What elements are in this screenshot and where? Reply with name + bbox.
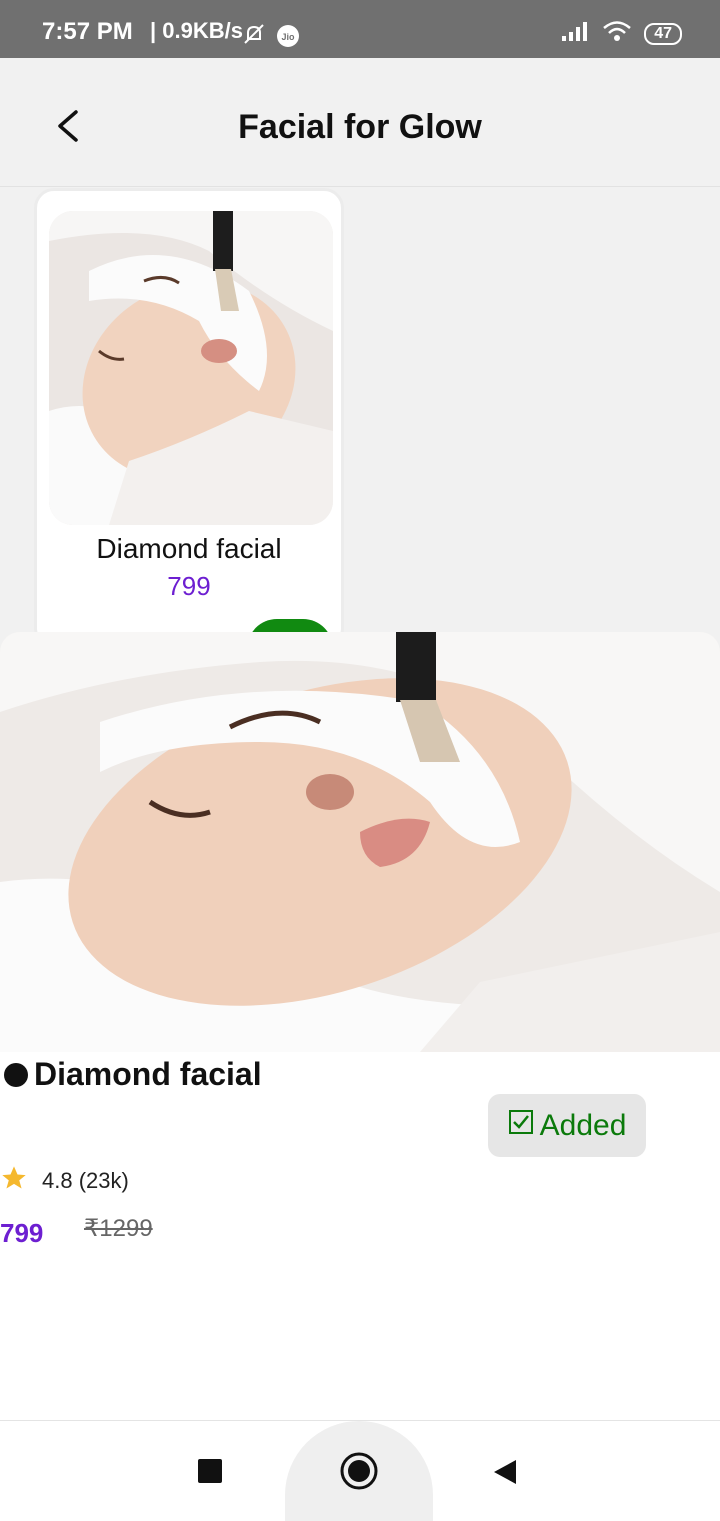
service-detail-sheet: Diamond facial Added 4.8 (23k) 799 ₹1299	[0, 632, 720, 1520]
svg-text:Jio: Jio	[281, 32, 295, 42]
bullet-icon	[4, 1062, 28, 1087]
network-speed: | 0.9KB/s	[150, 18, 243, 43]
star-icon	[0, 1164, 28, 1198]
service-name: Diamond facial	[96, 533, 282, 564]
rating: 4.8 (23k)	[0, 1164, 129, 1198]
detail-service-name-text: Diamond facial	[34, 1056, 262, 1092]
page-title: Facial for Glow	[238, 108, 482, 146]
status-bar: 7:57 PM | 0.9KB/s Jio 47	[0, 0, 720, 58]
added-button[interactable]: Added	[488, 1094, 646, 1157]
service-hero-image	[0, 632, 720, 1052]
system-nav-bar	[0, 1420, 720, 1521]
nav-home-icon[interactable]	[339, 1451, 379, 1491]
check-box-icon	[508, 1109, 534, 1143]
status-time: 7:57 PM	[42, 18, 133, 45]
added-label: Added	[539, 1108, 627, 1142]
service-card[interactable]: Diamond facial 799	[34, 188, 344, 648]
detail-price: 799	[0, 1218, 44, 1248]
nav-back-icon[interactable]	[490, 1457, 520, 1487]
app-bar: Facial for Glow	[0, 58, 720, 187]
battery-indicator: 47	[644, 22, 682, 45]
signal-icon	[560, 20, 590, 47]
service-thumbnail	[49, 211, 333, 525]
jio-icon: Jio	[276, 24, 300, 53]
mute-bell-icon	[242, 22, 266, 51]
nav-recents-icon[interactable]	[198, 1459, 222, 1483]
original-price: ₹1299	[84, 1215, 153, 1242]
detail-service-name: Diamond facial	[4, 1056, 262, 1093]
rating-text: 4.8 (23k)	[42, 1168, 129, 1193]
wifi-icon	[602, 20, 632, 47]
service-price: 799	[167, 571, 211, 601]
